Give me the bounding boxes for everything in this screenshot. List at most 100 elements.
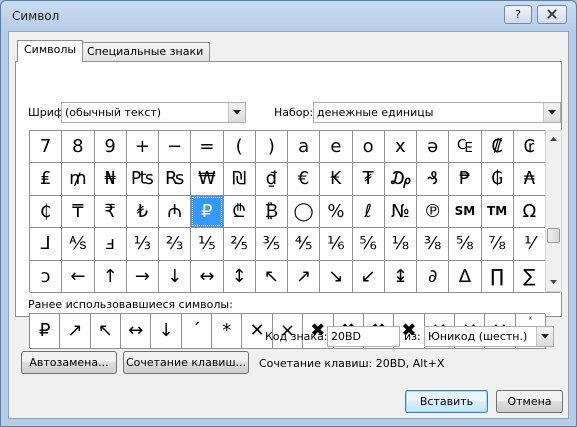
symbol-cell[interactable]: € <box>288 163 321 196</box>
symbol-cell[interactable]: ₺ <box>126 195 159 229</box>
symbol-cell[interactable]: → <box>126 260 159 293</box>
recent-symbol-cell[interactable]: ↖ <box>90 314 122 349</box>
subset-select[interactable]: денежные единицы <box>313 102 561 123</box>
symbol-cell[interactable]: ₪ <box>223 163 256 196</box>
symbol-cell[interactable]: ⅜ <box>417 228 450 261</box>
symbol-grid-scrollbar[interactable] <box>545 130 562 292</box>
symbol-cell[interactable]: ↑ <box>94 260 127 293</box>
symbol-cell[interactable]: 7 <box>30 131 63 164</box>
symbol-cell[interactable]: ⅓ <box>126 228 159 261</box>
symbol-cell[interactable]: ₢ <box>513 131 546 164</box>
symbol-cell[interactable]: ↘ <box>320 260 353 293</box>
symbol-cell[interactable]: ⅞ <box>481 228 514 261</box>
font-select-dropdown-button[interactable] <box>228 103 245 122</box>
symbol-cell[interactable]: ◯ <box>288 195 321 229</box>
symbol-cell[interactable]: + <box>126 131 159 164</box>
symbol-cell[interactable]: % <box>320 195 353 229</box>
help-button[interactable]: ? <box>504 5 532 24</box>
symbol-cell[interactable]: ⅘ <box>288 228 321 261</box>
symbol-cell[interactable]: ↕ <box>223 260 256 293</box>
symbol-cell[interactable]: ⅃ <box>30 228 63 261</box>
recent-symbol-cell[interactable]: ↗ <box>60 314 91 349</box>
symbol-cell[interactable]: ∂ <box>417 260 450 293</box>
symbol-cell[interactable]: ₮ <box>352 163 385 196</box>
symbol-cell[interactable]: ₾ <box>223 195 256 229</box>
symbol-cell[interactable]: ₯ <box>384 163 417 196</box>
symbol-cell[interactable]: = <box>191 131 224 164</box>
symbol-cell[interactable]: ⅖ <box>223 228 256 261</box>
close-button[interactable] <box>537 5 567 24</box>
encoding-select-dropdown-button[interactable] <box>536 327 553 346</box>
recent-symbol-cell[interactable]: ₽ <box>30 314 61 349</box>
symbol-cell[interactable]: ⅔ <box>159 228 192 261</box>
symbol-cell[interactable]: e <box>320 131 353 164</box>
symbol-cell[interactable]: ₧ <box>126 163 159 196</box>
insert-button[interactable]: Вставить <box>405 390 488 413</box>
symbol-cell[interactable]: ↙ <box>352 260 385 293</box>
scrollbar-thumb[interactable] <box>547 227 560 243</box>
symbol-cell[interactable]: ₹ <box>94 195 127 229</box>
symbol-cell[interactable]: ↗ <box>288 260 321 293</box>
symbol-cell[interactable]: SM <box>449 195 482 229</box>
scroll-up-button[interactable] <box>546 131 561 148</box>
symbol-cell[interactable]: ₦ <box>94 163 127 196</box>
symbol-cell[interactable]: ₵ <box>30 195 63 229</box>
title-bar[interactable]: Символ ? <box>1 1 576 31</box>
symbol-cell[interactable]: ∆ <box>449 260 482 293</box>
symbol-cell[interactable]: ⅕ <box>191 228 224 261</box>
symbol-cell[interactable]: ∑ <box>513 260 546 293</box>
scroll-down-button[interactable] <box>546 274 561 291</box>
font-select[interactable]: (обычный текст) <box>61 102 246 123</box>
symbol-cell[interactable]: ₰ <box>417 163 450 196</box>
symbol-cell[interactable]: ₩ <box>191 163 224 196</box>
symbol-cell[interactable]: ∏ <box>481 260 514 293</box>
shortcut-key-button[interactable]: Сочетание клавиш... <box>123 351 249 374</box>
symbol-cell[interactable]: ( <box>223 131 256 164</box>
char-code-input[interactable]: 20BD <box>327 326 400 347</box>
tab-special-chars[interactable]: Специальные знаки <box>80 42 211 62</box>
recent-symbol-cell[interactable]: ˊ <box>181 314 213 349</box>
symbol-cell[interactable]: Ω <box>513 195 546 229</box>
symbol-cell[interactable]: ⅗ <box>255 228 288 261</box>
symbol-cell[interactable]: ↄ <box>30 260 63 293</box>
symbol-cell[interactable]: ₭ <box>320 163 353 196</box>
symbol-cell[interactable]: ₳ <box>513 163 546 196</box>
recent-symbol-cell[interactable]: ↓ <box>151 314 182 349</box>
symbol-cell[interactable]: ₠ <box>449 131 482 164</box>
encoding-select[interactable]: Юникод (шестн.) <box>424 326 554 347</box>
symbol-grid[interactable]: 789+−=()aeoxə₠₡₢₣₤₥₦₧₨₩₪₫€₭₮₯₰₱₲₳₴₵₸₹₺₼₽… <box>29 130 560 293</box>
symbol-cell[interactable]: ⅚ <box>352 228 385 261</box>
symbol-cell[interactable]: ⅛ <box>384 228 417 261</box>
symbol-cell[interactable]: ⅍ <box>62 228 95 261</box>
symbol-cell[interactable]: a <box>288 131 321 164</box>
symbol-cell[interactable]: ₼ <box>159 195 192 229</box>
symbol-cell[interactable]: ↖ <box>255 260 288 293</box>
symbol-cell[interactable]: ₤ <box>30 163 63 196</box>
symbol-cell[interactable]: 8 <box>62 131 95 164</box>
symbol-cell[interactable]: ← <box>62 260 95 293</box>
symbol-cell[interactable]: ₥ <box>62 163 95 196</box>
symbol-cell[interactable]: ℗ <box>417 195 450 229</box>
symbol-cell[interactable]: ₲ <box>481 163 514 196</box>
recent-symbol-cell[interactable]: * <box>212 314 243 349</box>
tab-symbols[interactable]: Символы <box>17 40 84 62</box>
symbol-cell[interactable]: 9 <box>94 131 127 164</box>
symbol-cell[interactable]: ₨ <box>159 163 192 196</box>
symbol-cell[interactable]: ↓ <box>159 260 192 293</box>
subset-select-dropdown-button[interactable] <box>543 103 560 122</box>
symbol-cell[interactable]: x <box>384 131 417 164</box>
symbol-cell[interactable]: ₫ <box>255 163 288 196</box>
symbol-cell[interactable]: ↔ <box>191 260 224 293</box>
symbol-cell[interactable]: ₱ <box>449 163 482 196</box>
symbol-cell[interactable]: ⅎ <box>94 228 127 261</box>
symbol-cell[interactable]: ℓ <box>352 195 385 229</box>
cancel-button[interactable]: Отмена <box>496 390 563 413</box>
symbol-cell[interactable]: ⅝ <box>449 228 482 261</box>
symbol-cell[interactable]: ↨ <box>384 260 417 293</box>
symbol-cell[interactable]: − <box>159 131 192 164</box>
symbol-cell[interactable]: № <box>384 195 417 229</box>
symbol-cell[interactable]: ₿ <box>255 195 288 229</box>
symbol-cell[interactable]: ₸ <box>62 195 95 229</box>
symbol-cell[interactable]: ) <box>255 131 288 164</box>
symbol-cell[interactable]: ə <box>417 131 450 164</box>
